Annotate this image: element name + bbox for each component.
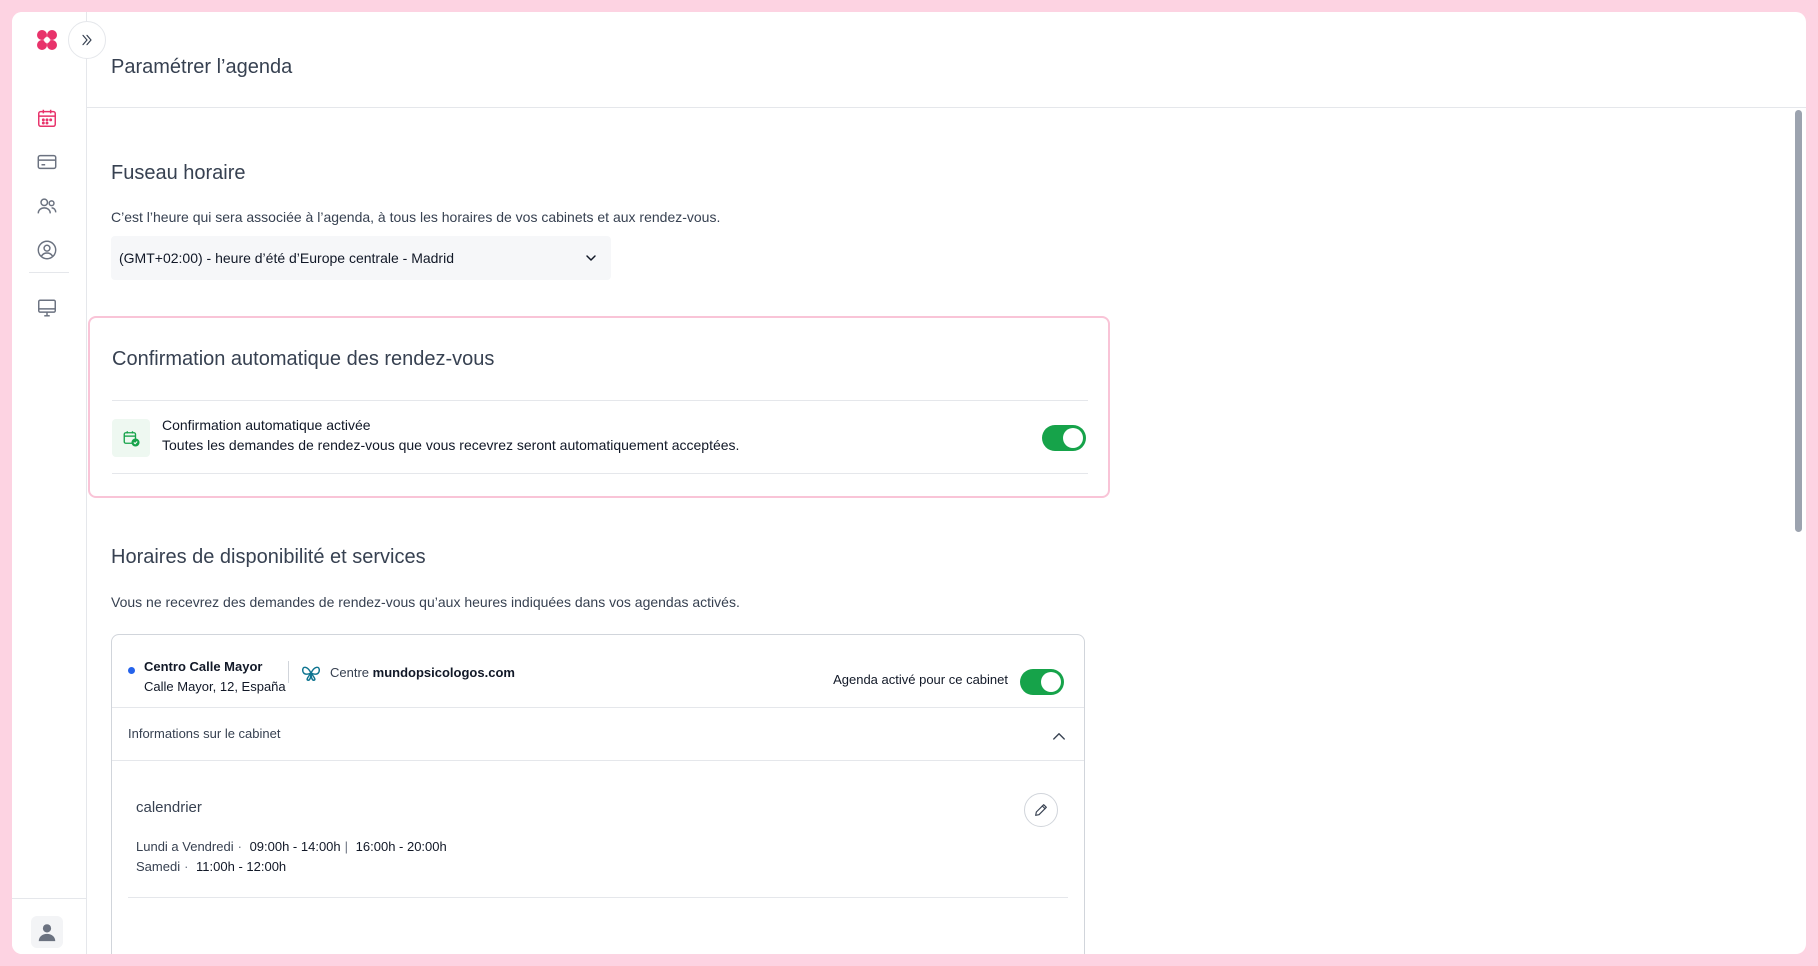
- auto-confirm-row: Confirmation automatique activée Toutes …: [112, 400, 1088, 474]
- expand-sidebar-button[interactable]: [68, 21, 106, 59]
- auto-confirm-title: Confirmation automatique des rendez-vous: [112, 348, 495, 370]
- status-dot: [128, 667, 135, 674]
- calendar-icon: [38, 109, 56, 127]
- centre-card: Centro Calle Mayor Calle Mayor, 12, Espa…: [111, 634, 1085, 954]
- centre-address: Calle Mayor, 12, España: [144, 679, 286, 694]
- main-content: Paramétrer l’agenda Fuseau horaire C’est…: [87, 12, 1806, 954]
- sidebar-bottom-divider: [12, 898, 87, 899]
- agenda-enabled-label: Agenda activé pour ce cabinet: [833, 672, 1008, 687]
- timezone-title: Fuseau horaire: [111, 162, 246, 184]
- card-icon: [37, 154, 57, 170]
- sidebar-item-payments[interactable]: [35, 150, 59, 174]
- calendar-title: calendrier: [136, 799, 202, 816]
- schedule-days: Lundi a Vendredi: [136, 839, 234, 854]
- users-icon: [37, 198, 57, 214]
- person-icon: [38, 924, 56, 942]
- monitor-icon: [38, 299, 56, 317]
- platform-text: Centre mundopsicologos.com: [330, 665, 515, 680]
- sidebar-item-profile[interactable]: [35, 238, 59, 262]
- toggle-knob: [1041, 672, 1061, 692]
- schedule-row: Samedi · 11:00h - 12:00h: [136, 859, 287, 874]
- cabinet-info-accordion[interactable]: Informations sur le cabinet: [112, 708, 1084, 761]
- timezone-selected-value: (GMT+02:00) - heure d’été d’Europe centr…: [119, 250, 454, 266]
- pencil-icon: [1035, 804, 1047, 816]
- auto-confirm-card: Confirmation automatique des rendez-vous…: [88, 316, 1110, 498]
- cabinet-info-label: Informations sur le cabinet: [128, 726, 281, 741]
- schedule-slot: 16:00h - 20:00h: [355, 839, 447, 854]
- agenda-enabled-toggle[interactable]: [1020, 669, 1064, 695]
- sidebar-item-calendar[interactable]: [35, 106, 59, 130]
- schedule-slot: 11:00h - 12:00h: [196, 859, 287, 874]
- availability-title: Horaires de disponibilité et services: [111, 546, 426, 568]
- user-circle-icon: [37, 240, 57, 260]
- sidebar-item-display[interactable]: [35, 296, 59, 320]
- chevron-down-icon: [586, 255, 596, 261]
- platform-prefix: Centre: [330, 665, 370, 680]
- avatar[interactable]: [31, 916, 63, 948]
- edit-calendar-button[interactable]: [1024, 793, 1058, 827]
- schedule-slot: 09:00h - 14:00h: [249, 839, 341, 854]
- app-window: Paramétrer l’agenda Fuseau horaire C’est…: [12, 12, 1806, 954]
- centre-divider: [288, 661, 289, 683]
- toggle-knob: [1063, 428, 1083, 448]
- sidebar-divider: [29, 272, 69, 273]
- calendar-divider: [128, 897, 1068, 898]
- auto-confirm-label: Confirmation automatique activée: [162, 417, 371, 433]
- sidebar-item-patients[interactable]: [35, 194, 59, 218]
- butterfly-logo-icon: [302, 666, 320, 682]
- scrollbar-thumb[interactable]: [1795, 110, 1802, 532]
- double-chevron-right-icon: [82, 34, 92, 46]
- sidebar: [12, 12, 87, 954]
- platform-name[interactable]: mundopsicologos.com: [373, 665, 515, 680]
- page-header: Paramétrer l’agenda: [87, 12, 1806, 108]
- timezone-select[interactable]: (GMT+02:00) - heure d’été d’Europe centr…: [111, 236, 611, 280]
- timezone-description: C’est l’heure qui sera associée à l’agen…: [111, 209, 721, 225]
- clover-logo-icon[interactable]: [35, 28, 59, 52]
- chevron-up-icon: [1053, 733, 1065, 740]
- calendar-check-icon: [112, 419, 150, 457]
- auto-confirm-toggle[interactable]: [1042, 425, 1086, 451]
- schedule-row: Lundi a Vendredi · 09:00h - 14:00h | 16:00…: [136, 839, 447, 854]
- availability-description: Vous ne recevrez des demandes de rendez-…: [111, 594, 740, 610]
- centre-name: Centro Calle Mayor: [144, 659, 263, 674]
- page-title: Paramétrer l’agenda: [111, 56, 293, 78]
- auto-confirm-sublabel: Toutes les demandes de rendez-vous que v…: [162, 437, 740, 453]
- schedule-days: Samedi: [136, 859, 181, 874]
- centre-header: Centro Calle Mayor Calle Mayor, 12, Espa…: [112, 635, 1084, 708]
